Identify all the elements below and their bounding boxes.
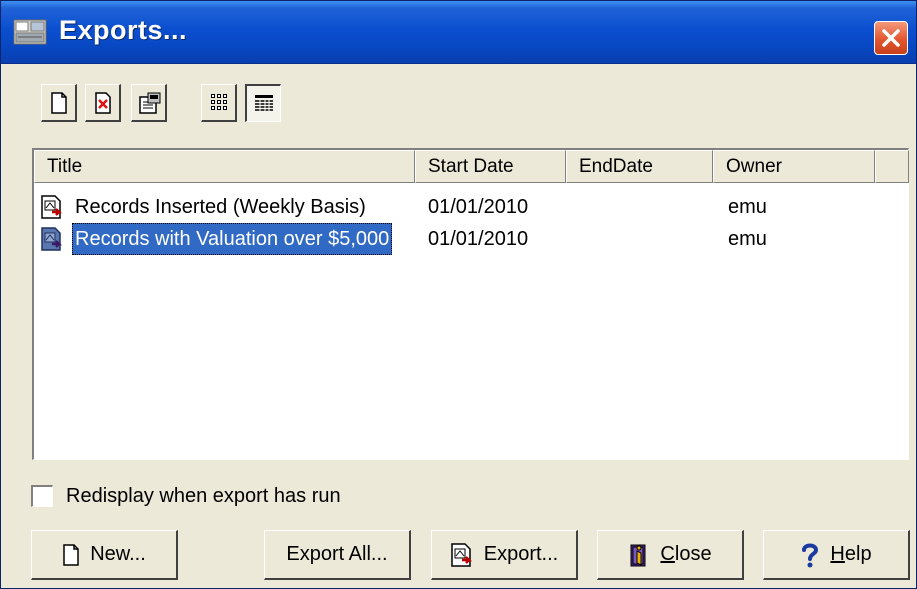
close-window-button[interactable] xyxy=(874,21,908,55)
column-header-end-date[interactable]: EndDate xyxy=(566,150,713,183)
row-title: Records with Valuation over $5,000 xyxy=(72,223,393,255)
toolbar-details-button[interactable] xyxy=(245,84,281,122)
new-document-icon xyxy=(63,543,79,566)
door-exit-icon xyxy=(630,544,646,566)
export-document-icon xyxy=(40,195,64,225)
help-question-icon xyxy=(802,543,819,567)
help-button[interactable]: Help xyxy=(763,530,910,580)
details-view-icon xyxy=(255,95,273,111)
toolbar-properties-button[interactable] xyxy=(131,84,167,122)
redisplay-checkbox[interactable] xyxy=(31,485,53,507)
column-header-start-date[interactable]: Start Date xyxy=(415,150,566,183)
column-header-title[interactable]: Title xyxy=(34,150,415,183)
title-bar[interactable]: Exports... xyxy=(1,1,916,64)
app-icon xyxy=(13,19,47,45)
toolbar-new-button[interactable] xyxy=(41,84,77,122)
large-icons-view-icon xyxy=(211,94,227,110)
export-all-button[interactable]: Export All... xyxy=(264,530,411,580)
list-item[interactable]: Records with Valuation over $5,000 01/01… xyxy=(34,223,907,255)
help-button-label: Help xyxy=(830,543,872,565)
list-header: Title Start Date EndDate Owner xyxy=(34,150,909,183)
toolbar-large-icons-button[interactable] xyxy=(201,84,237,122)
toolbar-delete-button[interactable] xyxy=(85,84,121,122)
close-button[interactable]: Close xyxy=(597,530,744,580)
new-button[interactable]: New... xyxy=(31,530,178,580)
column-header-owner[interactable]: Owner xyxy=(713,150,875,183)
column-header-empty xyxy=(875,150,909,183)
row-title: Records Inserted (Weekly Basis) xyxy=(75,196,366,218)
export-document-icon xyxy=(40,227,64,257)
row-start-date: 01/01/2010 xyxy=(428,196,529,218)
exports-dialog: Exports... Title Start Date EndDate Owne… xyxy=(0,0,917,589)
new-button-label: New... xyxy=(90,543,146,565)
window-title: Exports... xyxy=(59,15,188,45)
exports-list[interactable]: Title Start Date EndDate Owner Records I… xyxy=(32,148,909,460)
export-button[interactable]: Export... xyxy=(431,530,578,580)
close-icon xyxy=(882,29,900,47)
properties-icon xyxy=(139,92,161,114)
list-item[interactable]: Records Inserted (Weekly Basis) 01/01/20… xyxy=(34,191,907,223)
export-button-label: Export... xyxy=(483,543,559,565)
export-document-icon xyxy=(451,542,472,567)
export-all-button-label: Export All... xyxy=(286,543,388,565)
row-start-date: 01/01/2010 xyxy=(428,228,529,250)
row-owner: emu xyxy=(728,228,767,250)
redisplay-label: Redisplay when export has run xyxy=(66,485,341,507)
close-button-label: Close xyxy=(660,543,712,565)
row-owner: emu xyxy=(728,196,767,218)
delete-document-icon xyxy=(95,92,111,114)
new-document-icon xyxy=(51,92,67,114)
